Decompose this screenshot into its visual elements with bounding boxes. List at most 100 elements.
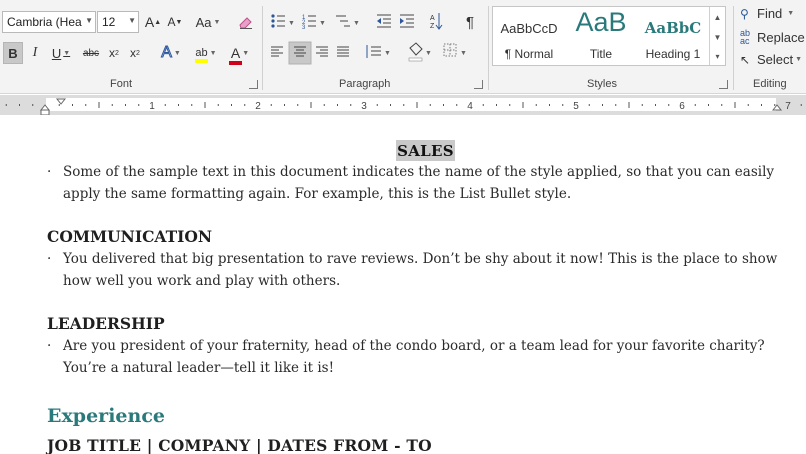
first-line-indent-marker[interactable]: [55, 98, 67, 105]
ruler-number: 7: [785, 101, 791, 112]
underline-button[interactable]: U ▼: [47, 42, 75, 64]
ribbon: Cambria (Hea ▼ 12 ▼ A ▲ A ▼ Aa ▼ B I U ▼ abc…: [0, 0, 806, 94]
style-preview-normal: AaBbCcD: [500, 21, 558, 36]
bullet-marker: ·: [47, 251, 52, 267]
style-name-normal: ¶ Normal: [504, 47, 554, 61]
borders-icon[interactable]: ▼: [443, 43, 467, 57]
italic-button[interactable]: I: [26, 42, 44, 64]
cursor-icon: ↖: [740, 52, 751, 67]
ruler-number: 3: [361, 101, 367, 112]
group-separator: [262, 6, 263, 90]
strikethrough-icon: abc: [82, 47, 100, 59]
gallery-scroll-down[interactable]: ▼: [709, 27, 725, 47]
font-color-bar: [228, 61, 243, 65]
underline-icon: U: [51, 45, 62, 61]
styles-gallery: AaBbCcD ¶ Normal AaB Title AaBbC Heading…: [492, 6, 726, 66]
grow-font-button[interactable]: A ▲: [144, 12, 162, 32]
subscript-button[interactable]: x2: [105, 42, 123, 64]
group-separator: [733, 6, 734, 90]
gallery-scroll-up[interactable]: ▲: [709, 7, 725, 27]
document-page[interactable]: SALES · Some of the sample text in this …: [0, 116, 806, 454]
replace-button[interactable]: ab ac Replace: [740, 28, 805, 46]
svg-text:▼: ▼: [319, 20, 326, 27]
gallery-more-button[interactable]: ▾: [709, 47, 725, 65]
group-separator: [488, 6, 489, 90]
strikethrough-button[interactable]: abc: [80, 42, 102, 64]
increase-indent-icon[interactable]: [400, 14, 414, 28]
find-label: Find: [757, 6, 783, 21]
svg-text:▼: ▼: [353, 20, 360, 27]
text-effects-button[interactable]: A ▼: [156, 42, 186, 64]
clear-formatting-button[interactable]: [236, 12, 256, 32]
style-name-title: Title: [589, 47, 613, 61]
hanging-indent-marker[interactable]: [39, 104, 51, 111]
font-size-value: 12: [102, 15, 116, 29]
bold-icon: B: [8, 45, 18, 61]
change-case-button[interactable]: Aa ▼: [194, 12, 222, 32]
svg-text:▼: ▼: [384, 50, 391, 57]
bullet-marker: ·: [47, 338, 52, 354]
select-button[interactable]: ↖ Select ▼: [740, 52, 802, 67]
paragraph-dialog-launcher[interactable]: [474, 80, 483, 89]
chevron-down-icon: ▼: [128, 16, 136, 25]
svg-text:▼: ▼: [425, 50, 432, 57]
shading-icon[interactable]: ▼: [408, 42, 432, 62]
bullets-icon[interactable]: ▼: [271, 14, 295, 28]
italic-icon: I: [32, 45, 38, 60]
align-right-icon[interactable]: [316, 46, 328, 57]
bold-button[interactable]: B: [3, 42, 23, 64]
grow-font-icon: A: [144, 14, 155, 30]
font-size-combo[interactable]: 12 ▼: [97, 11, 139, 33]
ruler[interactable]: 1 2 3 4 5 6 7: [0, 95, 806, 115]
style-title[interactable]: AaB Title: [565, 7, 637, 63]
style-normal[interactable]: AaBbCcD ¶ Normal: [493, 9, 565, 63]
ruler-number: 2: [255, 101, 261, 112]
style-preview-heading-1: AaBbC: [644, 19, 702, 37]
paragraph-group-label: Paragraph: [339, 78, 391, 90]
shrink-font-button[interactable]: A ▼: [166, 12, 184, 32]
pilcrow-icon: ¶: [465, 13, 475, 31]
font-group-label: Font: [110, 78, 133, 90]
styles-dialog-launcher[interactable]: [719, 80, 728, 89]
superscript-button[interactable]: x2: [126, 42, 144, 64]
sort-icon[interactable]: A Z: [430, 13, 443, 30]
styles-group-label: Styles: [587, 78, 617, 90]
font-name-value: Cambria (Hea: [7, 15, 82, 29]
decrease-indent-icon[interactable]: [377, 14, 391, 28]
select-label: Select: [757, 52, 794, 67]
align-left-icon[interactable]: [271, 46, 283, 57]
ruler-number: 4: [467, 101, 473, 112]
ruler-number: 5: [573, 101, 579, 112]
svg-text:A: A: [430, 15, 435, 22]
find-button[interactable]: ⚲ Find ▼: [740, 6, 794, 21]
text-effects-icon: A: [161, 44, 173, 62]
svg-text:▼: ▼: [460, 50, 467, 57]
chevron-down-icon: ▼: [85, 16, 93, 25]
font-color-button[interactable]: A ▼: [224, 42, 256, 65]
font-color-label: A: [230, 45, 241, 61]
replace-icon: ab ac: [740, 28, 751, 46]
multilevel-list-icon[interactable]: ▼: [336, 15, 360, 27]
line-spacing-icon[interactable]: ▼: [366, 45, 391, 58]
bullet-text: You delivered that big presentation to r…: [63, 251, 778, 289]
ruler-number: 6: [679, 101, 685, 112]
replace-label: Replace: [757, 29, 805, 45]
left-indent-marker[interactable]: [40, 109, 50, 115]
highlight-button[interactable]: ab ▼: [190, 42, 222, 64]
sales-heading: SALES: [396, 140, 455, 161]
font-dialog-launcher[interactable]: [249, 80, 258, 89]
bullet-text: Some of the sample text in this document…: [63, 164, 775, 202]
justify-icon[interactable]: [337, 46, 349, 57]
font-name-combo[interactable]: Cambria (Hea ▼: [2, 11, 96, 33]
highlight-color-bar: [195, 59, 208, 63]
style-preview-title: AaB: [575, 7, 627, 37]
job-title-line: JOB TITLE | COMPANY | DATES FROM - TO: [47, 436, 432, 454]
show-formatting-marks-button[interactable]: ¶: [460, 12, 480, 32]
highlighter-icon: ab: [195, 47, 208, 63]
svg-text:▼: ▼: [288, 20, 295, 27]
numbering-icon[interactable]: 1 2 3 ▼: [302, 15, 326, 31]
style-heading-1[interactable]: AaBbC Heading 1: [637, 9, 709, 63]
eraser-icon: [239, 17, 252, 29]
shrink-font-icon: A: [167, 15, 176, 29]
right-indent-marker[interactable]: [771, 104, 783, 111]
